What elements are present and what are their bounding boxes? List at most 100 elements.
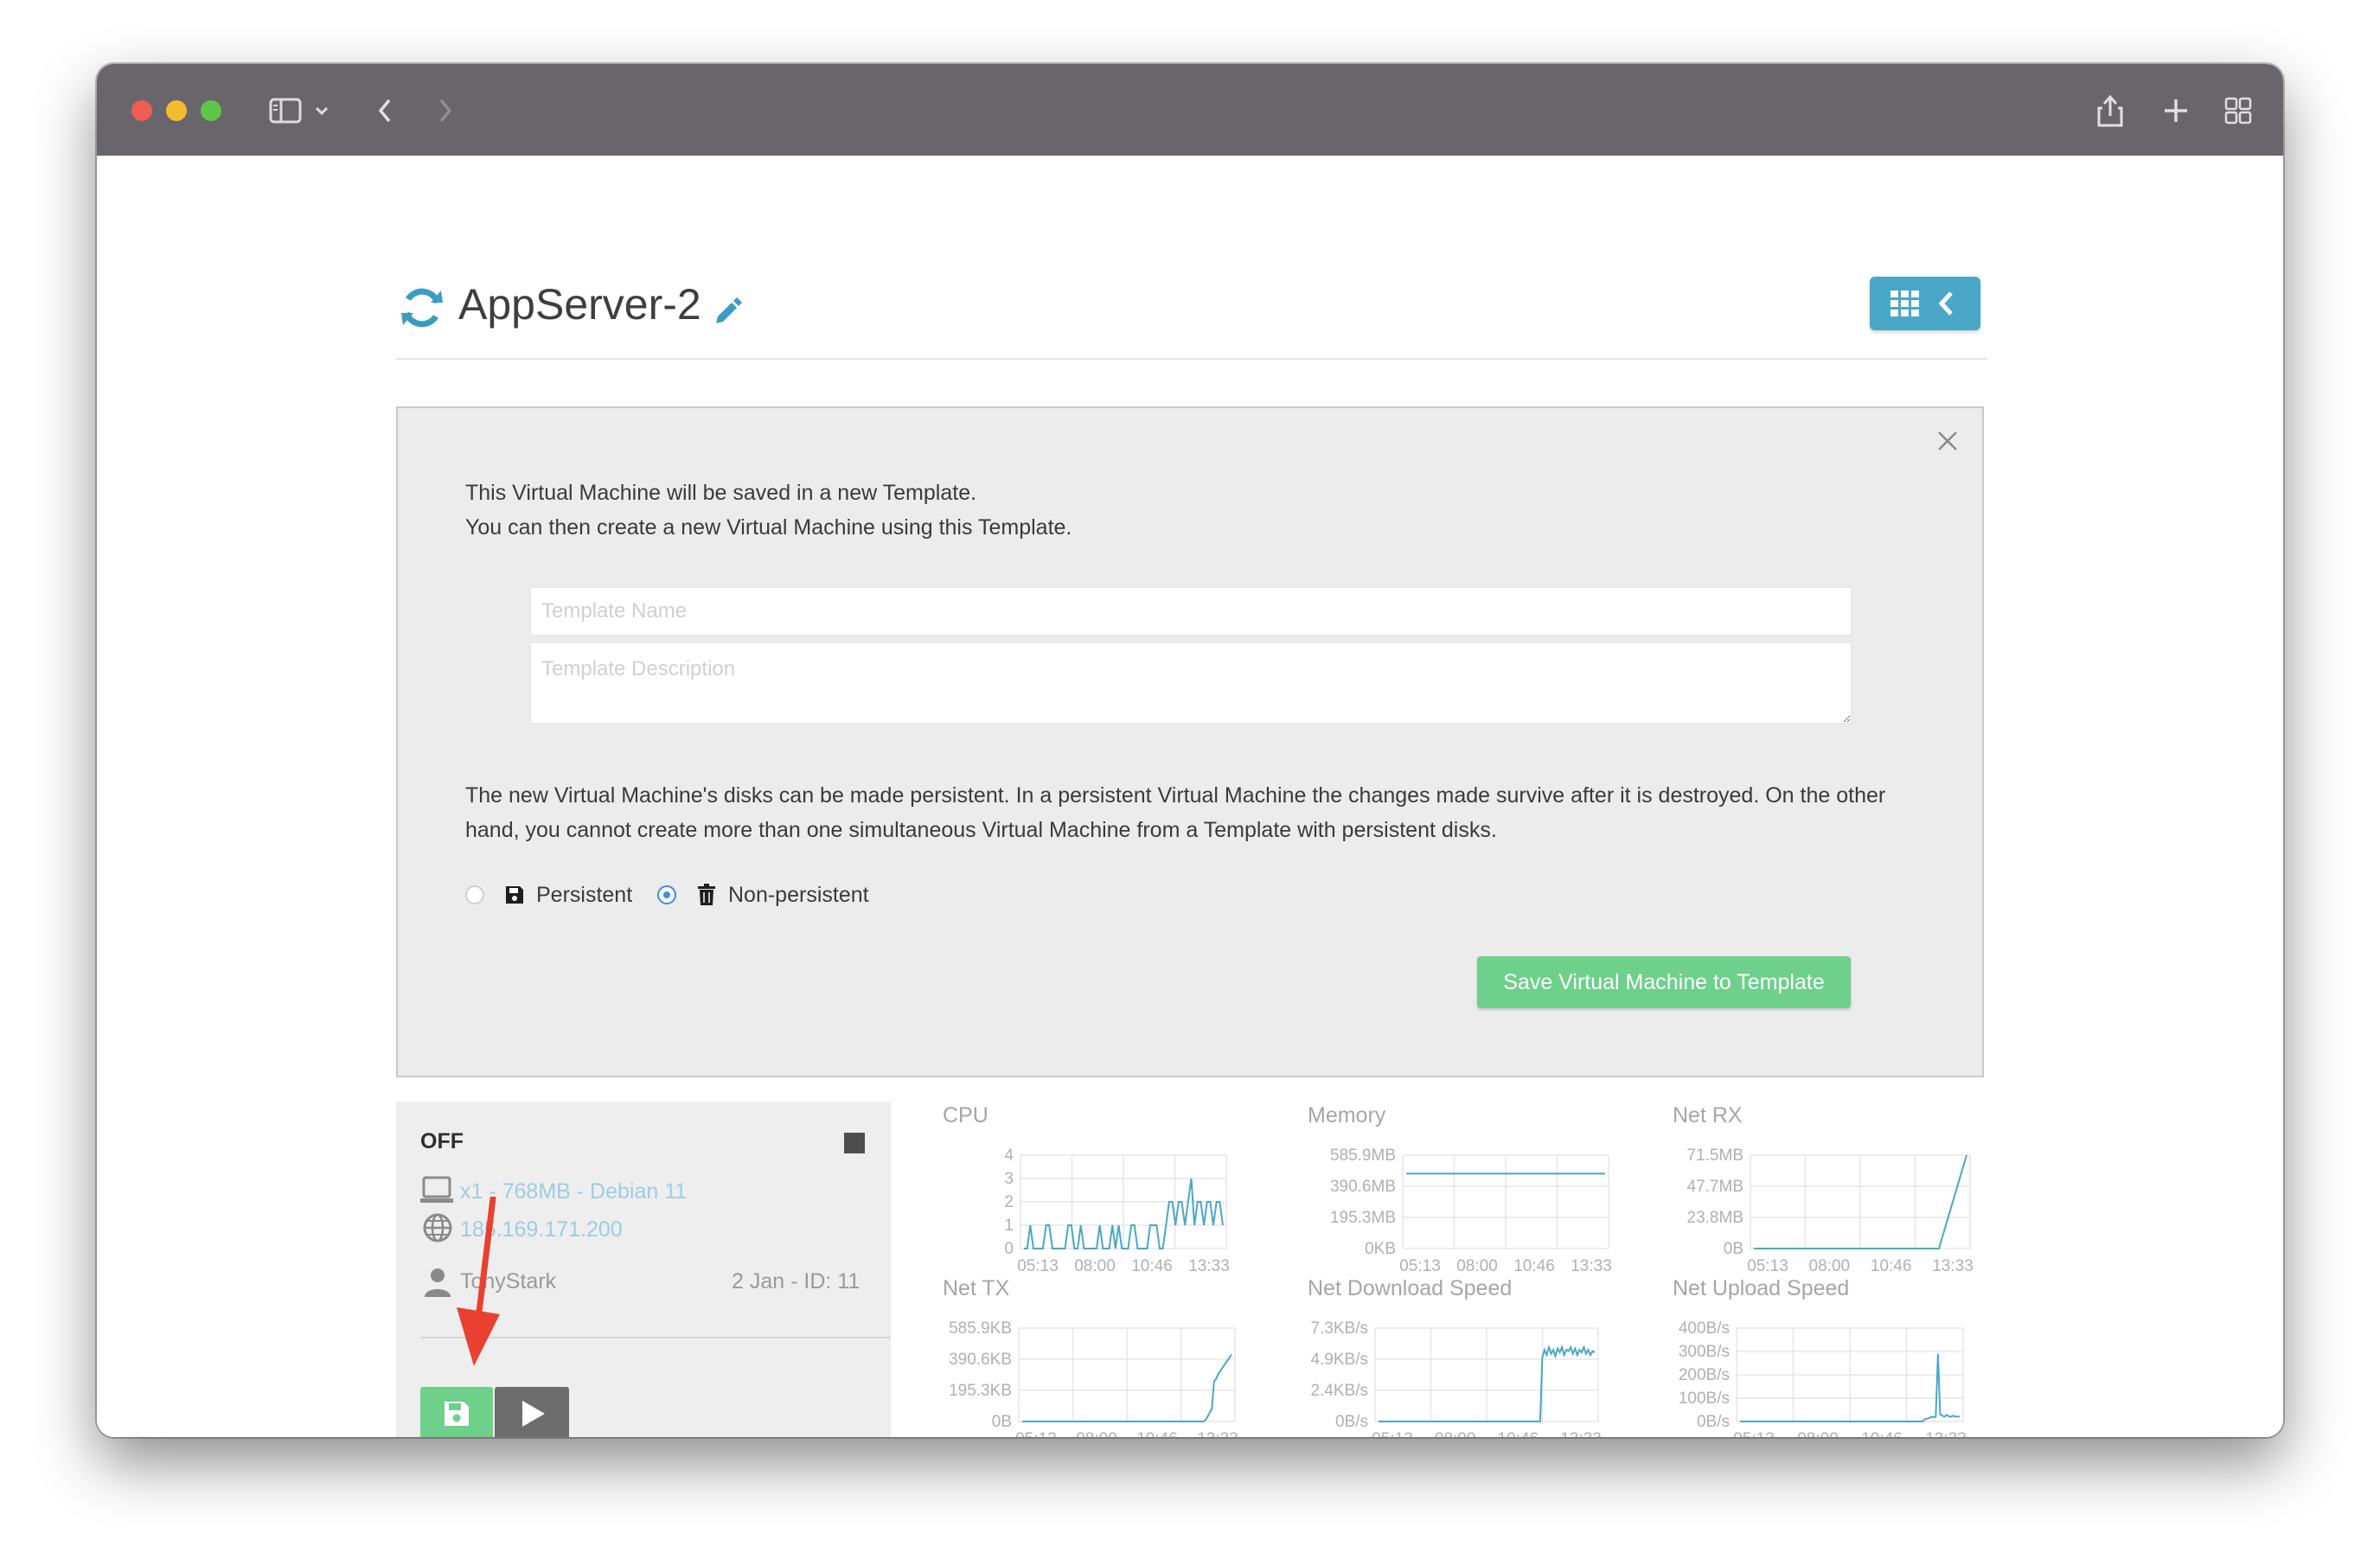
x-tick-label: 10:46 — [1131, 1257, 1173, 1275]
x-tick-label: 13:33 — [1560, 1430, 1602, 1437]
x-tick-label: 05:13 — [1747, 1257, 1788, 1275]
x-tick-label: 13:33 — [1932, 1257, 1974, 1275]
browser-window: AppServer-2 This Virtual Machine will be… — [97, 64, 2283, 1437]
header-divider — [396, 358, 1987, 360]
persistent-radio[interactable] — [465, 885, 484, 904]
sidebar-toggle-icon[interactable] — [266, 90, 304, 131]
play-button[interactable] — [495, 1387, 569, 1437]
floppy-icon — [505, 885, 524, 909]
chevron-left-icon — [1937, 291, 1955, 321]
non-persistent-radio[interactable] — [657, 885, 676, 904]
floppy-icon — [444, 1401, 470, 1431]
x-tick-label: 08:00 — [1456, 1257, 1498, 1275]
save-to-template-button[interactable] — [420, 1387, 493, 1437]
y-tick-label: 3 — [1004, 1170, 1014, 1188]
y-tick-label: 4.9KB/s — [1310, 1351, 1368, 1369]
y-tick-label: 100B/s — [1679, 1389, 1730, 1408]
y-tick-label: 0B/s — [1697, 1413, 1730, 1431]
x-tick-label: 10:46 — [1513, 1257, 1555, 1275]
refresh-icon[interactable] — [398, 284, 446, 336]
minimize-window-button[interactable] — [166, 100, 187, 121]
memory-chart: 585.9MB 390.6MB 195.3MB 0KB05:13 08:00 10:46 1… — [1330, 1147, 1612, 1275]
y-tick-label: 71.5MB — [1687, 1147, 1743, 1165]
x-tick-label: 10:46 — [1871, 1257, 1912, 1275]
x-tick-label: 05:13 — [1015, 1430, 1057, 1437]
template-name-input[interactable] — [529, 586, 1852, 636]
x-tick-label: 08:00 — [1435, 1430, 1476, 1437]
x-tick-label: 05:13 — [1399, 1257, 1441, 1275]
y-tick-label: 300B/s — [1679, 1343, 1730, 1361]
intro-line-2: You can then create a new Virtual Machin… — [465, 515, 1072, 540]
page-content: AppServer-2 This Virtual Machine will be… — [97, 156, 2283, 1437]
net-rx-chart: 71.5MB 47.7MB 23.8MB 0B05:13 08:00 10:46 13:33 — [1687, 1147, 1974, 1275]
y-tick-label: 1 — [1004, 1217, 1014, 1235]
x-tick-label: 05:13 — [1733, 1430, 1775, 1437]
play-icon — [521, 1400, 547, 1432]
chart-title-net-upload: Net Upload Speed — [1673, 1276, 1850, 1300]
vm-card: OFF x1 - 768MB - Debian 11 185.169.171.2… — [396, 1102, 891, 1437]
save-vm-to-template-button[interactable]: Save Virtual Machine to Template — [1477, 956, 1851, 1008]
chevron-down-icon[interactable] — [311, 90, 332, 131]
y-tick-label: 195.3MB — [1330, 1209, 1396, 1227]
close-icon[interactable] — [1937, 431, 1958, 456]
trash-icon — [697, 884, 716, 910]
back-icon[interactable] — [372, 90, 398, 131]
net-tx-chart: 585.9KB 390.6KB 195.3KB 0B05:13 08:00 10:46 13… — [949, 1319, 1238, 1437]
x-tick-label: 05:13 — [1372, 1430, 1413, 1437]
y-tick-label: 0B — [1724, 1240, 1743, 1258]
y-tick-label: 0KB — [1365, 1240, 1396, 1258]
new-tab-icon[interactable] — [2159, 90, 2193, 131]
x-tick-label: 13:33 — [1925, 1430, 1967, 1437]
template-description-input[interactable] — [529, 642, 1852, 725]
y-tick-label: 2 — [1004, 1193, 1014, 1211]
y-tick-label: 2.4KB/s — [1310, 1382, 1368, 1400]
y-tick-label: 0B — [992, 1413, 1012, 1431]
x-tick-label: 08:00 — [1076, 1430, 1117, 1437]
net-download-chart: 7.3KB/s 4.9KB/s 2.4KB/s 0B/s 05:13 08:00 10:46… — [1310, 1319, 1602, 1437]
y-tick-label: 200B/s — [1679, 1366, 1730, 1384]
y-tick-label: 390.6KB — [949, 1351, 1012, 1369]
chart-title-cpu: CPU — [943, 1103, 988, 1127]
y-tick-label: 400B/s — [1679, 1319, 1730, 1338]
net-upload-chart: 400B/s 300B/s 200B/s 100B/s 0B/s05:13 08:00 10… — [1679, 1319, 1967, 1437]
back-to-list-button[interactable] — [1870, 277, 1980, 330]
x-tick-label: 10:46 — [1136, 1430, 1178, 1437]
x-tick-label: 10:46 — [1498, 1430, 1539, 1437]
close-window-button[interactable] — [131, 100, 152, 121]
vm-state: OFF — [420, 1129, 464, 1153]
y-tick-label: 4 — [1004, 1147, 1014, 1165]
x-tick-label: 08:00 — [1809, 1257, 1851, 1275]
y-tick-label: 585.9MB — [1330, 1147, 1396, 1165]
chart-title-memory: Memory — [1308, 1103, 1386, 1127]
persistent-label[interactable]: Persistent — [536, 878, 632, 912]
chart-title-net-download: Net Download Speed — [1308, 1276, 1513, 1300]
x-tick-label: 05:13 — [1017, 1257, 1059, 1275]
browser-toolbar — [97, 64, 2283, 157]
intro-line-1: This Virtual Machine will be saved in a … — [465, 481, 977, 505]
grid-icon — [1891, 291, 1920, 321]
vm-meta: 2 Jan - ID: 11 — [732, 1269, 861, 1294]
chart-title-net-rx: Net RX — [1673, 1103, 1743, 1127]
y-tick-label: 0 — [1004, 1240, 1014, 1258]
y-tick-label: 0B/s — [1335, 1413, 1368, 1431]
tab-overview-icon[interactable] — [2221, 90, 2255, 131]
persist-line-2: hand, you cannot create more than one si… — [465, 818, 1497, 842]
y-tick-label: 47.7MB — [1687, 1178, 1743, 1196]
non-persistent-label[interactable]: Non-persistent — [728, 878, 869, 912]
annotation-arrow — [439, 1195, 509, 1374]
pencil-icon[interactable] — [713, 296, 742, 329]
stop-icon[interactable] — [844, 1133, 865, 1153]
x-tick-label: 08:00 — [1074, 1257, 1116, 1275]
share-icon[interactable] — [2093, 90, 2127, 131]
page-title: AppServer-2 — [458, 280, 701, 329]
y-tick-label: 7.3KB/s — [1310, 1319, 1368, 1338]
zoom-window-button[interactable] — [201, 100, 221, 121]
chart-title-net-tx: Net TX — [943, 1276, 1010, 1300]
save-template-panel: This Virtual Machine will be saved in a … — [396, 406, 1984, 1077]
y-tick-label: 195.3KB — [949, 1382, 1012, 1400]
forward-icon[interactable] — [432, 90, 458, 131]
y-tick-label: 23.8MB — [1687, 1209, 1743, 1227]
y-tick-label: 585.9KB — [949, 1319, 1012, 1338]
x-tick-label: 10:46 — [1861, 1430, 1903, 1437]
x-tick-label: 13:33 — [1197, 1430, 1238, 1437]
